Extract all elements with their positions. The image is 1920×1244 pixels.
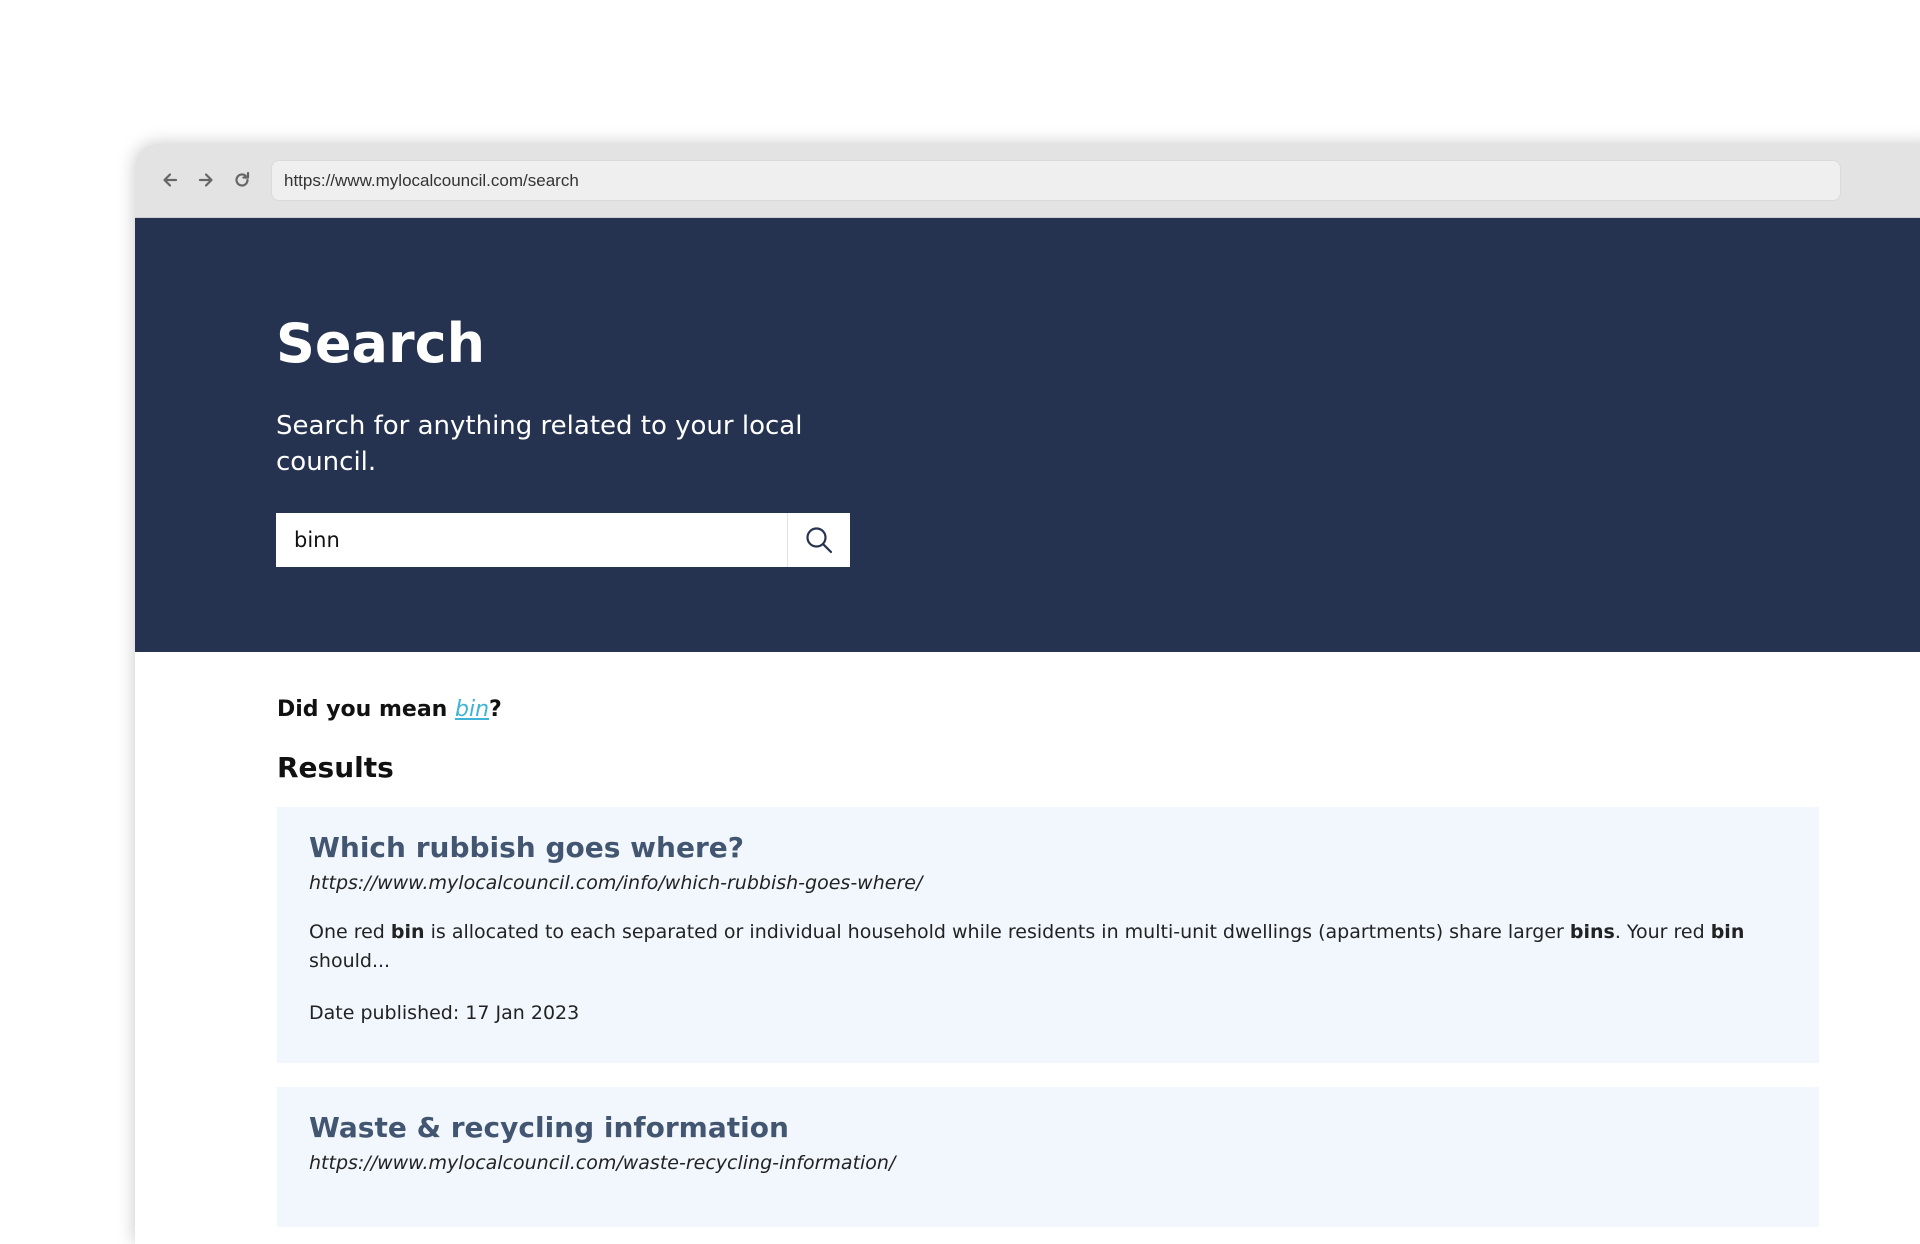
result-url: https://www.mylocalcouncil.com/info/whic… bbox=[309, 872, 923, 894]
result-date: Date published: 17 Jan 2023 bbox=[309, 1002, 580, 1024]
snippet-text: should... bbox=[309, 950, 391, 972]
did-you-mean: Did you mean bin? bbox=[277, 697, 502, 722]
result-title-link[interactable]: Waste & recycling information bbox=[309, 1111, 1787, 1144]
page-title: Search bbox=[276, 312, 486, 375]
did-you-mean-prefix: Did you mean bbox=[277, 697, 455, 722]
search-hero: Search Search for anything related to yo… bbox=[135, 218, 1920, 652]
result-url: https://www.mylocalcouncil.com/waste-rec… bbox=[309, 1152, 896, 1174]
search-icon bbox=[806, 527, 833, 554]
snippet-highlight: bin bbox=[390, 921, 425, 943]
search-box bbox=[276, 513, 850, 567]
reload-icon bbox=[235, 171, 250, 187]
browser-toolbar: https://www.mylocalcouncil.com/search bbox=[135, 144, 1920, 218]
page-subtitle: Search for anything related to your loca… bbox=[276, 411, 803, 477]
browser-window: https://www.mylocalcouncil.com/search Se… bbox=[135, 144, 1920, 1244]
address-url: https://www.mylocalcouncil.com/search bbox=[284, 171, 579, 190]
result-title-link[interactable]: Which rubbish goes where? bbox=[309, 831, 1787, 864]
forward-button[interactable] bbox=[193, 167, 219, 193]
snippet-text: is allocated to each separated or indivi… bbox=[424, 921, 1570, 943]
results-heading: Results bbox=[277, 751, 394, 784]
suggested-term-link[interactable]: bin bbox=[455, 697, 489, 722]
reload-button[interactable] bbox=[229, 167, 255, 193]
result-snippet: One red bin is allocated to each separat… bbox=[309, 918, 1787, 976]
address-bar[interactable]: https://www.mylocalcouncil.com/search bbox=[271, 160, 1841, 201]
result-card: Which rubbish goes where? https://www.my… bbox=[277, 807, 1819, 1063]
search-button[interactable] bbox=[787, 513, 850, 567]
snippet-highlight: bins bbox=[1569, 921, 1615, 943]
arrow-left-icon bbox=[163, 173, 178, 187]
snippet-highlight: bin bbox=[1710, 921, 1745, 943]
result-card: Waste & recycling information https://ww… bbox=[277, 1087, 1819, 1227]
arrow-right-icon bbox=[198, 173, 213, 187]
search-input[interactable] bbox=[276, 513, 787, 567]
snippet-text: . Your red bbox=[1614, 921, 1711, 943]
did-you-mean-suffix: ? bbox=[489, 697, 502, 722]
back-button[interactable] bbox=[157, 167, 183, 193]
snippet-text: One red bbox=[309, 921, 391, 943]
